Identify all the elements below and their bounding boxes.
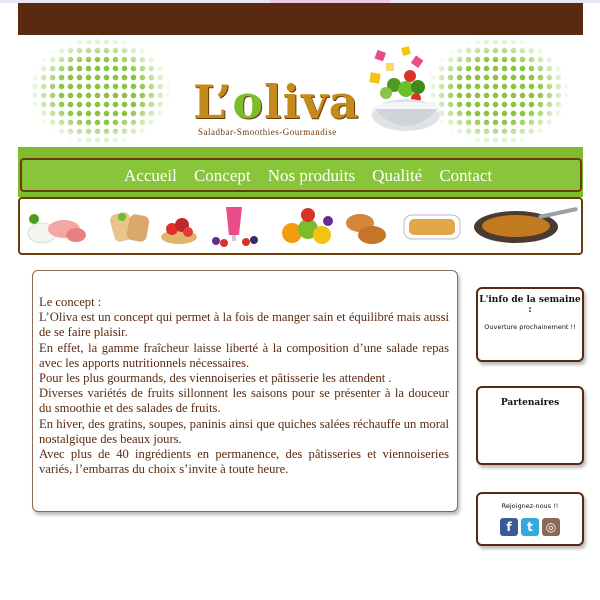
- info-week-title: L'info de la semaine :: [479, 295, 581, 315]
- partners-box: Partenaires: [476, 386, 584, 465]
- concept-paragraph: Pour les plus gourmands, des viennoiseri…: [39, 371, 392, 386]
- partners-title: Partenaires: [500, 398, 560, 408]
- main-nav: Accueil Concept Nos produits Qualité Con…: [20, 158, 582, 192]
- join-us-box: Rejoignez-nous !! f t ◎: [476, 492, 584, 546]
- concept-title: Le concept :: [39, 295, 102, 309]
- photo-mozzarella-ham: [27, 214, 86, 244]
- photo-strawberry-tart: [161, 218, 197, 244]
- header-banner: L’oliva Saladbar-Smoothies-Gourmandise: [18, 35, 583, 147]
- photo-smoothie: [212, 207, 258, 247]
- nav-item-contact[interactable]: Contact: [439, 166, 492, 186]
- instagram-icon[interactable]: ◎: [542, 518, 560, 536]
- halftone-dots-right: [428, 37, 568, 145]
- concept-panel: Le concept : L’Oliva est un concept qui …: [32, 270, 458, 512]
- info-week-text: Ouverture prochainement !!: [484, 323, 576, 331]
- join-us-text: Rejoignez-nous !!: [501, 502, 559, 510]
- nav-item-accueil[interactable]: Accueil: [124, 166, 177, 186]
- concept-paragraph: En effet, la gamme fraîcheur laisse libe…: [39, 340, 449, 370]
- food-photo-strip: [18, 197, 583, 255]
- concept-paragraph: Diverses variétés de fruits sillonnent l…: [39, 386, 449, 416]
- facebook-icon[interactable]: f: [500, 518, 518, 536]
- photo-croissants: [346, 214, 386, 244]
- social-links: f t ◎: [500, 516, 563, 536]
- halftone-dots-left: [30, 37, 170, 145]
- concept-paragraph: Avec plus de 40 ingrédients en permanenc…: [39, 447, 449, 477]
- nav-item-qualite[interactable]: Qualité: [372, 166, 422, 186]
- tagline: Saladbar-Smoothies-Gourmandise: [198, 127, 337, 137]
- twitter-icon[interactable]: t: [521, 518, 539, 536]
- concept-text: Le concept : L’Oliva est un concept qui …: [39, 295, 449, 477]
- nav-item-nos-produits[interactable]: Nos produits: [268, 166, 355, 186]
- photo-gratin: [403, 214, 461, 240]
- logo[interactable]: L’oliva: [193, 75, 360, 129]
- info-week-box: L'info de la semaine : Ouverture prochai…: [476, 287, 584, 362]
- nav-items: Accueil Concept Nos produits Qualité Con…: [124, 166, 504, 186]
- logo-prefix: L’: [193, 75, 233, 129]
- concept-paragraph: L’Oliva est un concept qui permet à la f…: [39, 310, 449, 340]
- photo-wraps: [110, 212, 150, 242]
- photo-soup: [474, 207, 578, 243]
- nav-item-concept[interactable]: Concept: [194, 166, 251, 186]
- top-brown-bar: [18, 3, 583, 35]
- photo-fruits: [282, 208, 333, 244]
- logo-suffix: liva: [264, 75, 360, 129]
- concept-paragraph: En hiver, des gratins, soupes, paninis a…: [39, 416, 449, 446]
- salad-bowl-image: [369, 46, 440, 131]
- logo-o: o: [232, 75, 265, 129]
